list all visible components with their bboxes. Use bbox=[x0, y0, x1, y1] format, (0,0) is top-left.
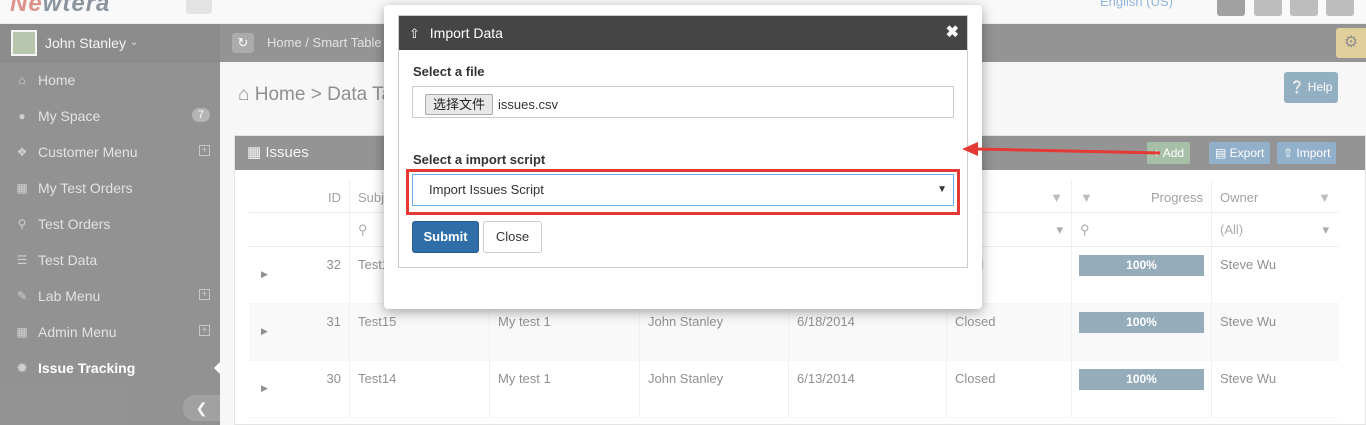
close-button[interactable]: Close bbox=[483, 221, 542, 253]
script-label: Select a import script bbox=[413, 152, 546, 167]
close-icon[interactable]: ✖ bbox=[946, 16, 959, 50]
choose-file-button[interactable]: 选择文件 bbox=[425, 94, 494, 115]
import-script-value: Import Issues Script bbox=[429, 182, 544, 197]
annotation-arrow bbox=[962, 142, 1161, 156]
dialog-title: Import Data bbox=[429, 25, 503, 41]
upload-icon: ⇧ bbox=[409, 26, 420, 41]
import-script-select[interactable]: Import Issues Script ▼ bbox=[412, 174, 954, 206]
dialog-body: ⇧ Import Data ✖ Select a file 选择文件 issue… bbox=[398, 15, 968, 268]
chevron-down-icon: ▼ bbox=[937, 184, 947, 195]
file-name: issues.csv bbox=[498, 97, 558, 112]
file-input[interactable]: 选择文件 issues.csv bbox=[412, 86, 954, 118]
submit-button[interactable]: Submit bbox=[412, 221, 479, 253]
dialog-header: ⇧ Import Data ✖ bbox=[399, 16, 967, 50]
import-data-dialog: ⇧ Import Data ✖ Select a file 选择文件 issue… bbox=[384, 5, 982, 309]
file-label: Select a file bbox=[413, 64, 485, 79]
